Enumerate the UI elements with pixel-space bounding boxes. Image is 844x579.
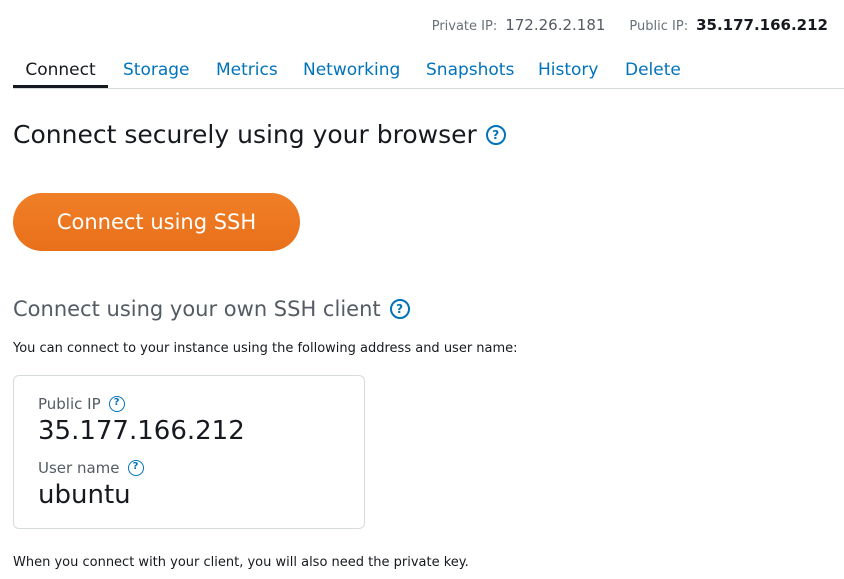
connect-ssh-button[interactable]: Connect using SSH xyxy=(13,193,300,251)
user-name-field-label: User name ? xyxy=(38,459,144,477)
tab-history[interactable]: History xyxy=(538,58,598,86)
public-ip-field-label-text: Public IP xyxy=(38,395,101,413)
ssh-client-title: Connect using your own SSH client xyxy=(13,297,381,321)
help-icon[interactable]: ? xyxy=(389,299,410,319)
user-name-field-value: ubuntu xyxy=(38,480,131,510)
help-icon[interactable]: ? xyxy=(485,124,506,145)
browser-connect-title: Connect securely using your browser xyxy=(13,120,477,149)
connection-details-card: Public IP ? 35.177.166.212 User name ? u… xyxy=(13,375,365,529)
public-ip-field-value: 35.177.166.212 xyxy=(38,416,245,446)
instance-tabs: Connect Storage Metrics Networking Snaps… xyxy=(13,58,844,89)
tab-snapshots[interactable]: Snapshots xyxy=(426,58,514,86)
ssh-client-heading: Connect using your own SSH client ? xyxy=(13,297,410,321)
public-ip-value: 35.177.166.212 xyxy=(696,16,828,34)
user-name-field-label-text: User name xyxy=(38,459,120,477)
private-ip-label: Private IP: xyxy=(431,19,498,34)
public-ip-label: Public IP: xyxy=(629,19,689,34)
tab-connect[interactable]: Connect xyxy=(13,58,108,88)
browser-connect-heading: Connect securely using your browser ? xyxy=(13,120,506,149)
tab-networking[interactable]: Networking xyxy=(303,58,400,86)
private-key-note: When you connect with your client, you w… xyxy=(13,555,469,570)
help-icon[interactable]: ? xyxy=(127,460,144,476)
tab-storage[interactable]: Storage xyxy=(123,58,190,86)
ip-address-bar: Private IP: 172.26.2.181 Public IP: 35.1… xyxy=(432,16,828,34)
help-icon[interactable]: ? xyxy=(108,396,125,412)
private-ip-value: 172.26.2.181 xyxy=(505,16,606,34)
ssh-client-description: You can connect to your instance using t… xyxy=(13,341,518,356)
public-ip-field-label: Public IP ? xyxy=(38,395,125,413)
tab-metrics[interactable]: Metrics xyxy=(216,58,278,86)
tab-delete[interactable]: Delete xyxy=(625,58,681,86)
